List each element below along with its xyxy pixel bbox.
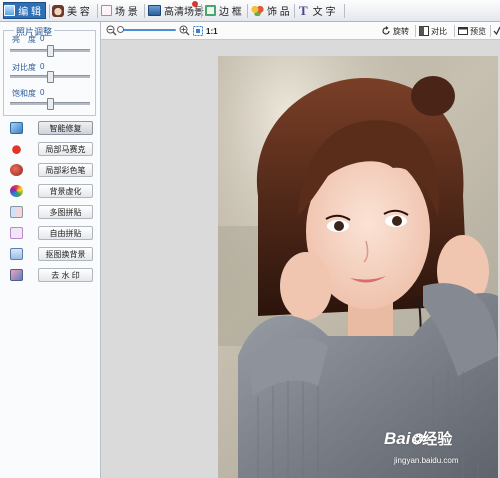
watermark-brand: Bai: [384, 429, 411, 448]
portrait-illustration: [218, 56, 498, 478]
multi-collage-icon: [10, 206, 23, 218]
tab-scene[interactable]: 场 景: [101, 2, 138, 19]
brightness-label: 亮 度: [12, 35, 36, 44]
tab-frame[interactable]: 边 框: [205, 2, 242, 19]
hd-scene-icon: [148, 5, 161, 16]
contrast-label: 对比度: [12, 63, 36, 72]
contrast-slider[interactable]: [10, 71, 90, 83]
preview-button[interactable]: 预览: [458, 25, 486, 37]
mosaic-button[interactable]: 局部马赛克: [38, 142, 93, 156]
saturation-slider-thumb[interactable]: [47, 98, 54, 110]
rotate-icon: [382, 26, 390, 35]
photo-adjust-group: 照片调整 亮 度 0 对比度 0 饱和度 0: [3, 25, 96, 116]
tab-text[interactable]: T 文 字: [299, 2, 335, 19]
photo-canvas[interactable]: Bai❂经验 jingyan.baidu.com: [101, 40, 500, 478]
tool-row-multi-collage: 多图拼贴: [10, 204, 93, 220]
preview-icon: [458, 27, 468, 35]
left-tool-panel: 照片调整 亮 度 0 对比度 0 饱和度 0 智能修复 局部马赛克 局部彩色笔 …: [0, 22, 101, 478]
new-badge: [192, 1, 198, 7]
smart-fix-icon: [10, 122, 23, 134]
tab-frame-label: 边 框: [219, 7, 242, 18]
baidu-watermark: Bai❂经验: [384, 428, 452, 449]
view-toolbar: 1:1 旋转 对比 预览: [101, 22, 500, 40]
contrast-slider-thumb[interactable]: [47, 71, 54, 83]
fit-window-icon[interactable]: [193, 26, 203, 36]
face-icon: [52, 4, 64, 17]
brightness-slider-thumb[interactable]: [47, 45, 54, 57]
scene-icon: [101, 5, 112, 16]
zoom-slider[interactable]: [118, 29, 176, 31]
zoom-slider-thumb[interactable]: [117, 26, 124, 33]
edit-icon: [4, 5, 16, 16]
brightness-value: 0: [40, 34, 45, 43]
mosaic-heart-icon: [10, 143, 23, 155]
tool-row-blur-bg: 背景虚化: [10, 183, 93, 199]
blur-background-button[interactable]: 背景虚化: [38, 184, 93, 198]
preview-label: 预览: [470, 26, 486, 36]
tool-row-free-collage: 自由拼贴: [10, 225, 93, 241]
zoom-out-icon[interactable]: [106, 25, 117, 36]
tool-row-color-pen: 局部彩色笔: [10, 162, 93, 178]
more-icon[interactable]: [493, 26, 500, 36]
contrast-value: 0: [40, 62, 45, 71]
tab-ornament[interactable]: 饰 品: [251, 2, 290, 19]
tab-hd-scene-label: 高清场景: [164, 7, 204, 18]
tab-text-label: 文 字: [312, 7, 336, 18]
saturation-value: 0: [40, 88, 45, 97]
compare-button[interactable]: 对比: [419, 25, 447, 37]
cutout-icon: [10, 248, 23, 260]
zoom-in-icon[interactable]: [179, 25, 190, 36]
compare-icon: [419, 26, 429, 36]
text-icon: T: [299, 2, 308, 18]
tab-beauty-label: 美 容: [67, 7, 90, 18]
actual-size-button[interactable]: 1:1: [206, 25, 218, 37]
tool-row-mosaic: 局部马赛克: [10, 141, 93, 157]
tab-ornament-label: 饰 品: [267, 7, 290, 18]
blur-background-icon: [10, 185, 23, 197]
tab-edit-label: 编 辑: [18, 7, 41, 18]
color-pen-icon: [10, 164, 23, 176]
main-toolbar: 编 辑 美 容 场 景 高清场景 边 框 饰 品 T 文 字: [0, 0, 500, 22]
smart-fix-button[interactable]: 智能修复: [38, 121, 93, 135]
multi-collage-button[interactable]: 多图拼贴: [38, 205, 93, 219]
compare-label: 对比: [431, 26, 447, 36]
frame-icon: [205, 5, 216, 16]
paw-icon: ❂: [410, 431, 423, 447]
free-collage-button[interactable]: 自由拼贴: [38, 226, 93, 240]
free-collage-icon: [10, 227, 23, 239]
watermark-url: jingyan.baidu.com: [394, 456, 459, 465]
remove-watermark-icon: [10, 269, 23, 281]
watermark-brand-cn: 经验: [422, 431, 453, 448]
saturation-label: 饱和度: [12, 89, 36, 98]
remove-watermark-button[interactable]: 去 水 印: [38, 268, 93, 282]
saturation-slider[interactable]: [10, 98, 90, 110]
ornament-icon: [251, 5, 264, 16]
tool-row-remove-watermark: 去 水 印: [10, 267, 93, 283]
portrait-photo: Bai❂经验 jingyan.baidu.com: [218, 56, 498, 478]
rotate-label: 旋转: [393, 26, 409, 36]
tab-beauty[interactable]: 美 容: [52, 2, 90, 19]
tool-row-cutout: 抠图换背景: [10, 246, 93, 262]
tool-row-smart-fix: 智能修复: [10, 120, 93, 136]
tab-edit[interactable]: 编 辑: [3, 2, 46, 19]
color-pen-button[interactable]: 局部彩色笔: [38, 163, 93, 177]
brightness-slider[interactable]: [10, 45, 90, 57]
rotate-button[interactable]: 旋转: [381, 25, 409, 37]
tab-scene-label: 场 景: [115, 7, 138, 18]
cutout-button[interactable]: 抠图换背景: [38, 247, 93, 261]
